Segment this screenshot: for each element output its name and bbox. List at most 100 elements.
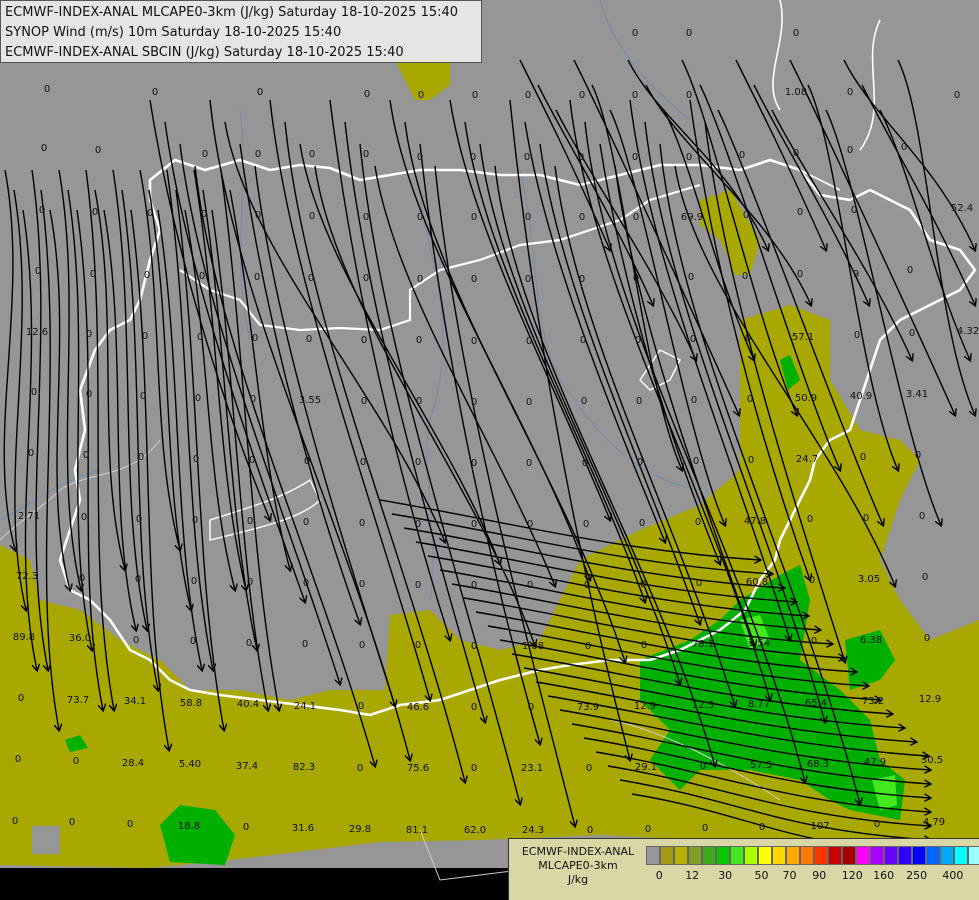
map-value-label: 0 xyxy=(257,87,263,98)
map-value-label: 12.9 xyxy=(919,694,941,705)
map-value-label: 0 xyxy=(747,394,753,405)
legend-title-line2: MLCAPE0-3km xyxy=(538,859,618,872)
map-value-label: 0 xyxy=(524,152,530,163)
map-value-label: 0 xyxy=(144,270,150,281)
legend-tick-label: 50 xyxy=(754,869,769,882)
legend-swatch xyxy=(702,846,716,865)
map-value-label: 0 xyxy=(81,512,87,523)
map-value-label: 0 xyxy=(83,450,89,461)
map-value-label: 0 xyxy=(69,817,75,828)
map-value-label: 0 xyxy=(860,452,866,463)
map-value-label: 0 xyxy=(526,336,532,347)
map-value-label: 0 xyxy=(471,641,477,652)
map-value-label: 24.1 xyxy=(294,701,316,712)
map-value-label: 0 xyxy=(90,269,96,280)
map-value-label: 3.55 xyxy=(299,395,321,406)
map-value-label: 0 xyxy=(587,825,593,836)
map-value-label: 0 xyxy=(417,274,423,285)
map-value-label: 0 xyxy=(138,452,144,463)
map-value-label: 0 xyxy=(363,212,369,223)
map-value-label: 0 xyxy=(44,84,50,95)
map-value-label: 0 xyxy=(739,150,745,161)
map-value-label: 0 xyxy=(847,145,853,156)
map-value-label: 8.77 xyxy=(748,699,770,710)
map-value-label: 0 xyxy=(797,207,803,218)
legend-tick-label: 120 xyxy=(841,869,863,882)
legend-swatch xyxy=(716,846,730,865)
map-value-label: 0 xyxy=(471,702,477,713)
map-value-label: 0 xyxy=(306,334,312,345)
map-value-label: 107 xyxy=(810,821,829,832)
map-value-label: 0 xyxy=(471,458,477,469)
legend-swatch xyxy=(660,846,674,865)
legend-title: ECMWF-INDEX-ANAL MLCAPE0-3km J/kg xyxy=(513,845,643,887)
map-value-label: 0 xyxy=(12,816,18,827)
map-value-label: 0 xyxy=(579,274,585,285)
legend-swatch xyxy=(730,846,744,865)
map-value-label: 81.1 xyxy=(406,825,428,836)
map-value-label: 0 xyxy=(152,87,158,98)
map-value-label: 0 xyxy=(415,580,421,591)
map-value-label: 0 xyxy=(915,450,921,461)
map-value-label: 0 xyxy=(304,456,310,467)
map-value-label: 4.79 xyxy=(923,817,945,828)
map-value-label: 0 xyxy=(954,90,960,101)
map-value-label: 0 xyxy=(578,152,584,163)
legend-swatch xyxy=(912,846,926,865)
map-value-label: 0 xyxy=(197,332,203,343)
map-value-label: 75.6 xyxy=(407,763,429,774)
map-value-label: 31.6 xyxy=(292,823,314,834)
map-value-label: 40.4 xyxy=(237,699,259,710)
map-value-label: 1.54 xyxy=(748,638,770,649)
map-value-label: 0 xyxy=(359,579,365,590)
map-value-label: 0 xyxy=(255,210,261,221)
map-value-label: 0 xyxy=(92,207,98,218)
map-value-label: 5.40 xyxy=(179,759,201,770)
map-value-label: 0 xyxy=(303,578,309,589)
map-value-label: 0 xyxy=(31,387,37,398)
map-value-label: 24.3 xyxy=(522,825,544,836)
map-value-label: 0 xyxy=(919,511,925,522)
map-value-label: 0 xyxy=(136,514,142,525)
map-value-label: 0 xyxy=(28,448,34,459)
map-value-label: 0 xyxy=(582,458,588,469)
map-value-label: 0 xyxy=(147,208,153,219)
map-value-label: 0 xyxy=(308,273,314,284)
map-value-label: 58.8 xyxy=(180,698,202,709)
map-value-label: 0 xyxy=(363,149,369,160)
map-value-label: 0 xyxy=(686,152,692,163)
map-value-label: 62.0 xyxy=(464,825,486,836)
legend-swatch xyxy=(926,846,940,865)
map-value-label: 0 xyxy=(640,579,646,590)
map-value-label: 0 xyxy=(471,763,477,774)
legend-swatch xyxy=(842,846,856,865)
map-value-label: 0 xyxy=(632,152,638,163)
map-value-label: 0 xyxy=(416,335,422,346)
map-value-label: 29.1 xyxy=(635,762,657,773)
map-value-label: 0 xyxy=(851,205,857,216)
map-value-label: 0 xyxy=(793,148,799,159)
map-value-label: 0 xyxy=(199,271,205,282)
map-value-label: 12.3 xyxy=(692,700,714,711)
map-value-label: 0 xyxy=(645,824,651,835)
map-value-label: 0 xyxy=(39,205,45,216)
map-value-label: 0 xyxy=(526,458,532,469)
map-value-label: 0 xyxy=(579,212,585,223)
map-value-label: 37.4 xyxy=(236,761,258,772)
map-value-label: 29.8 xyxy=(349,824,371,835)
map-value-label: 0 xyxy=(415,457,421,468)
map-value-label: 0 xyxy=(249,455,255,466)
map-value-label: 0 xyxy=(527,580,533,591)
header-line-cape: ECMWF-INDEX-ANAL MLCAPE0-3km (J/kg) Satu… xyxy=(5,5,459,20)
map-value-label: 72.3 xyxy=(16,571,38,582)
map-value-label: 40.9 xyxy=(850,391,872,402)
map-value-label: 36.0 xyxy=(69,633,91,644)
header-line-wind: SYNOP Wind (m/s) 10m Saturday 18-10-2025… xyxy=(5,25,342,40)
legend-swatch xyxy=(786,846,800,865)
map-value-label: 0 xyxy=(579,90,585,101)
map-value-label: 24.7 xyxy=(796,454,818,465)
map-value-label: 0 xyxy=(874,819,880,830)
map-value-label: 6.38 xyxy=(860,635,882,646)
map-value-label: 89.8 xyxy=(13,632,35,643)
legend-swatch xyxy=(772,846,786,865)
